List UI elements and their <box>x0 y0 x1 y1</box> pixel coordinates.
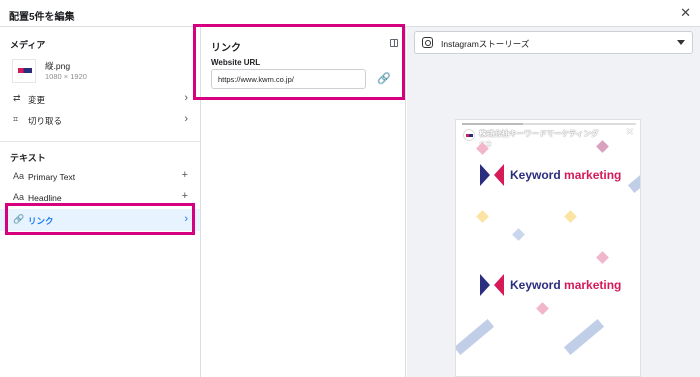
chevron-right-icon: › <box>184 92 188 104</box>
caret-down-icon <box>677 40 685 45</box>
text-section-title: テキスト <box>10 153 46 163</box>
text-icon: Aa <box>13 171 25 181</box>
link-row-highlight <box>5 203 195 235</box>
text-icon: Aa <box>13 192 25 202</box>
media-section-title: メディア <box>10 40 46 50</box>
decor-stripe <box>456 319 495 355</box>
decor-diamond <box>512 228 525 241</box>
media-file-size: 1080 × 1920 <box>45 72 87 81</box>
add-icon[interactable]: + <box>182 190 188 202</box>
story-progress-fill <box>462 123 523 125</box>
thumbnail-logo <box>18 68 32 73</box>
decor-diamond <box>564 210 577 223</box>
story-close-icon: ✕ <box>625 127 634 138</box>
media-file-name: 縦.png <box>45 61 71 71</box>
primary-text-label: Primary Text <box>28 172 76 182</box>
change-media-label: 変更 <box>28 95 46 105</box>
brand-wordmark: Keyword marketing <box>510 278 622 292</box>
decor-diamond <box>536 302 549 315</box>
story-account-name: 株式会社キーワードマーケティング <box>479 129 599 138</box>
chevron-right-icon: › <box>184 113 188 125</box>
link-panel-highlight <box>193 24 405 100</box>
decor-stripe <box>627 157 640 193</box>
placement-dropdown[interactable]: Instagramストーリーズ <box>414 31 693 54</box>
left-settings-panel: メディア 縦.png 1080 × 1920 ⇄ 変更 › ⌗ 切り取る › テ… <box>0 27 201 377</box>
decor-diamond <box>596 251 609 264</box>
dialog-title: 配置5件を編集 <box>9 12 75 23</box>
close-icon[interactable]: ✕ <box>680 6 691 19</box>
swap-icon: ⇄ <box>13 93 21 103</box>
crop-icon: ⌗ <box>13 114 19 124</box>
add-icon[interactable]: + <box>182 169 188 181</box>
story-preview: 株式会社キーワードマーケティング 広告 ✕ Keyword marketing <box>455 119 641 377</box>
media-thumbnail <box>12 59 36 83</box>
edit-placements-dialog: 配置5件を編集 ✕ メディア 縦.png 1080 × 1920 ⇄ 変更 › … <box>0 0 700 377</box>
decor-stripe <box>563 319 605 355</box>
avatar <box>463 129 475 141</box>
dialog-header: 配置5件を編集 ✕ <box>0 0 700 27</box>
brand-wordmark: Keyword marketing <box>510 168 622 182</box>
decor-diamond <box>476 210 489 223</box>
crop-media-button[interactable]: ⌗ 切り取る › <box>0 111 200 129</box>
brand-mark-icon <box>480 164 504 186</box>
placement-label: Instagramストーリーズ <box>441 39 530 49</box>
crop-media-label: 切り取る <box>28 116 63 126</box>
section-divider <box>0 141 200 142</box>
change-media-button[interactable]: ⇄ 変更 › <box>0 90 200 108</box>
primary-text-row[interactable]: Aa Primary Text + <box>0 168 200 186</box>
story-progress-bar <box>462 123 636 125</box>
headline-label: Headline <box>28 193 62 203</box>
brand-mark-icon <box>480 274 504 296</box>
instagram-icon <box>422 37 433 48</box>
preview-panel: Instagramストーリーズ 株式会社キーワードマーケティング 広告 ✕ <box>407 27 700 377</box>
decor-diamond <box>596 140 609 153</box>
